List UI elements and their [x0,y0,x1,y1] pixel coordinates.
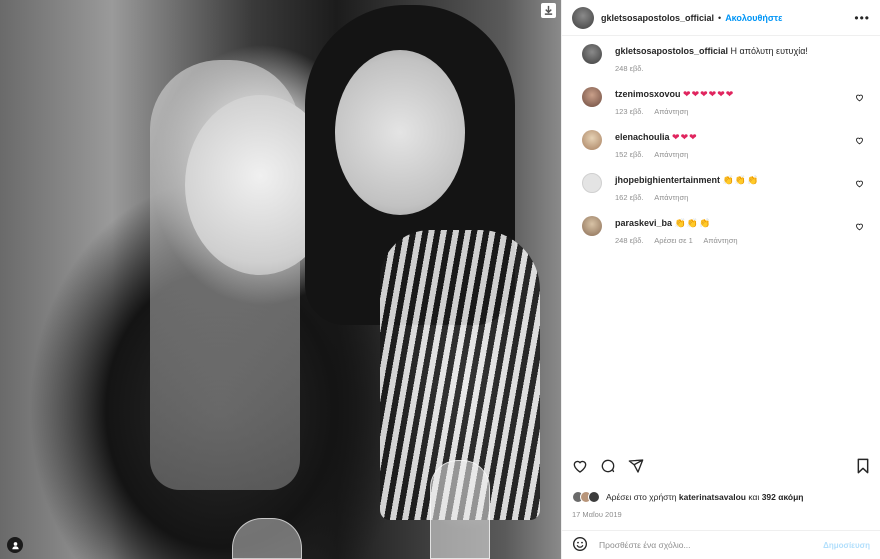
comment-text: 👏👏👏 [674,218,712,228]
heart-icon[interactable] [855,222,864,233]
comment-username[interactable]: jhopebighientertainment [615,175,720,185]
caption-text: Η απόλυτη ευτυχία! [730,46,808,56]
heart-icon[interactable] [855,179,864,190]
comment-text: ❤❤❤ [672,132,698,142]
post-date[interactable]: 17 Μαΐου 2019 [572,510,622,519]
comment-username[interactable]: elenachoulia [615,132,670,142]
comment-time[interactable]: 248 εβδ. [615,236,644,245]
likes-prefix: Αρέσει στο χρήστη [606,492,677,502]
download-icon[interactable] [541,3,556,18]
comment-icon[interactable] [600,458,616,474]
avatar[interactable] [572,6,594,29]
reply-button[interactable]: Απάντηση [703,236,737,245]
list-item: elenachoulia ❤❤❤ 152 εβδ. Απάντηση [562,130,880,173]
action-bar [562,455,880,477]
comment-time[interactable]: 152 εβδ. [615,150,644,159]
comment-username[interactable]: paraskevi_ba [615,218,672,228]
user-tag-icon[interactable] [7,537,23,553]
avatar[interactable] [582,87,602,107]
avatar[interactable] [582,44,602,64]
heart-icon[interactable] [855,136,864,147]
separator-dot: • [718,12,722,23]
post-header: gkletsosapostolos_official • Ακολουθήστε… [562,0,880,36]
list-item: paraskevi_ba 👏👏👏 248 εβδ. Αρέσει σε 1 Απ… [562,216,880,259]
comment-username[interactable]: tzenimosxovou [615,89,681,99]
photo-region [430,460,490,559]
caption: gkletsosapostolos_official Η απόλυτη ευτ… [562,44,880,87]
list-item: tzenimosxovou ❤❤❤❤❤❤ 123 εβδ. Απάντηση [562,87,880,130]
likes-more[interactable]: 392 ακόμη [762,492,804,502]
bookmark-icon[interactable] [856,458,870,474]
comment-text: 👏👏👏 [722,175,760,185]
comment-time[interactable]: 123 εβδ. [615,107,644,116]
share-icon[interactable] [628,458,644,474]
heart-icon[interactable] [572,458,588,474]
comments-list: gkletsosapostolos_official Η απόλυτη ευτ… [562,44,880,259]
caption-time[interactable]: 248 εβδ. [615,64,644,73]
avatar[interactable] [582,130,602,150]
post-photo[interactable] [0,0,561,559]
liker-username[interactable]: katerinatsavalou [679,492,746,502]
author-username[interactable]: gkletsosapostolos_official [601,13,714,23]
comment-time[interactable]: 162 εβδ. [615,193,644,202]
heart-icon[interactable] [855,93,864,104]
add-comment-bar: Δημοσίευση [562,530,880,559]
comment-input[interactable] [599,540,824,550]
comment-likes[interactable]: Αρέσει σε 1 [654,236,693,245]
likes-summary: Αρέσει στο χρήστη katerinatsavalou και 3… [572,491,804,503]
caption-username[interactable]: gkletsosapostolos_official [615,46,728,56]
comment-text: ❤❤❤❤❤❤ [683,89,735,99]
follow-button[interactable]: Ακολουθήστε [725,13,782,23]
list-item: jhopebighientertainment 👏👏👏 162 εβδ. Απά… [562,173,880,216]
more-options-icon[interactable]: ••• [854,11,870,25]
post-comment-button[interactable]: Δημοσίευση [823,541,870,550]
likes-and: και [748,492,760,502]
reply-button[interactable]: Απάντηση [654,107,688,116]
reply-button[interactable]: Απάντηση [654,193,688,202]
post-details-panel: gkletsosapostolos_official • Ακολουθήστε… [561,0,880,559]
photo-region [232,518,302,559]
liker-avatars [572,491,600,503]
reply-button[interactable]: Απάντηση [654,150,688,159]
avatar[interactable] [582,173,602,193]
emoji-icon[interactable] [572,536,588,554]
photo-region [335,50,465,215]
avatar[interactable] [582,216,602,236]
